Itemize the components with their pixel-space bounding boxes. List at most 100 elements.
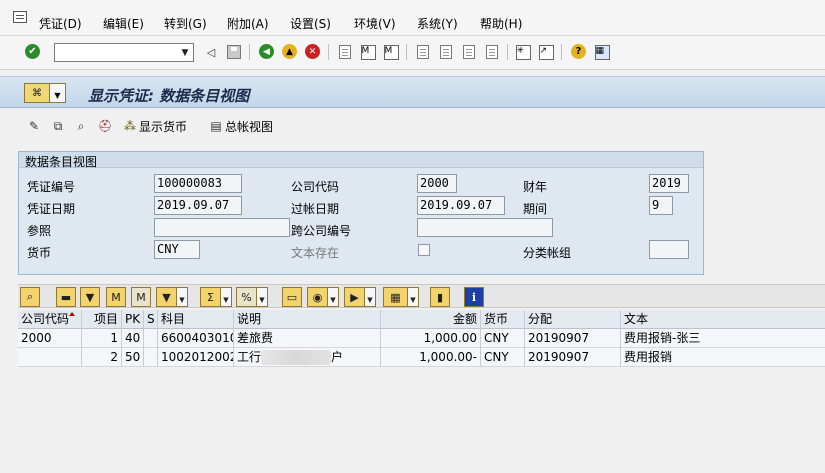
screen-title-bar: ⌘ ▼ 显示凭证: 数据条目视图: [0, 76, 825, 108]
data-entry-view-group: 数据条目视图 凭证编号 100000083 公司代码 2000 财年 2019 …: [18, 151, 704, 275]
cell-currency: CNY: [481, 348, 525, 367]
export-icon: ▶: [350, 290, 359, 304]
print-icon[interactable]: [337, 44, 353, 60]
cancel-icon[interactable]: ✕: [305, 44, 320, 59]
sum-button[interactable]: Σ ▼: [200, 287, 232, 307]
view-icon: ◉: [312, 290, 323, 304]
sort-icon[interactable]: ▼: [80, 287, 100, 307]
prev-page-icon[interactable]: [438, 44, 454, 60]
posting-date-field[interactable]: 2019.09.07: [417, 196, 505, 215]
back-icon[interactable]: ◀: [259, 44, 274, 59]
menu-goto[interactable]: 转到(G): [164, 15, 207, 32]
view-button[interactable]: ◉ ▼: [307, 287, 339, 307]
export-button[interactable]: ▶ ▼: [344, 287, 376, 307]
print-icon[interactable]: ▭: [282, 287, 302, 307]
chevron-down-icon[interactable]: ▼: [177, 44, 193, 61]
cell-currency: CNY: [481, 329, 525, 348]
menu-environment[interactable]: 环境(V): [354, 15, 396, 32]
grid-header: 公司代码 项目 PK S 科目 说明 金额 货币 分配 文本: [18, 310, 825, 329]
find-icon[interactable]: M: [106, 287, 126, 307]
group-title: 数据条目视图: [25, 155, 98, 169]
col-text[interactable]: 文本: [621, 310, 825, 329]
menu-toggle-button[interactable]: ⌘ ▼: [24, 83, 66, 103]
system-menu-icon[interactable]: [13, 11, 27, 23]
cell-amount: 1,000.00-: [381, 348, 481, 367]
menu-edit[interactable]: 编辑(E): [103, 15, 144, 32]
col-company-code[interactable]: 公司代码: [18, 310, 82, 329]
cell-company-code: 2000: [18, 329, 82, 348]
new-session-icon[interactable]: ✳: [515, 44, 531, 60]
cell-amount: 1,000.00: [381, 329, 481, 348]
text-exists-checkbox[interactable]: [418, 244, 430, 256]
layout-button[interactable]: ▦ ▼: [383, 287, 419, 307]
next-page-icon[interactable]: [461, 44, 477, 60]
menu-document[interactable]: 凭证(D): [39, 15, 82, 32]
table-row[interactable]: 2000 1 40 6600403010 差旅费 1,000.00 CNY 20…: [18, 329, 825, 348]
description-part-2: 户: [331, 350, 344, 364]
print-preview-icon[interactable]: ▬: [56, 287, 76, 307]
first-page-icon[interactable]: [415, 44, 431, 60]
cross-company-field[interactable]: [417, 218, 553, 237]
find-icon[interactable]: M: [360, 44, 376, 60]
menu-extras[interactable]: 附加(A): [227, 15, 269, 32]
details-icon[interactable]: ⌕: [20, 287, 40, 307]
last-page-icon[interactable]: [484, 44, 500, 60]
col-item[interactable]: 项目: [82, 310, 122, 329]
find-next-icon[interactable]: M: [383, 44, 399, 60]
doc-number-field[interactable]: 100000083: [154, 174, 242, 193]
ledger-group-label: 分类帐组: [523, 246, 572, 260]
col-description[interactable]: 说明: [234, 310, 381, 329]
subtotal-button[interactable]: % ▼: [236, 287, 268, 307]
cell-text: 费用报销-张三: [624, 331, 701, 345]
col-pk[interactable]: PK: [122, 310, 144, 329]
menu-settings[interactable]: 设置(S): [290, 15, 331, 32]
cell-pk: 40: [122, 329, 144, 348]
standard-toolbar: ✔ ▼ ◁ ◀ ▲ ✕ M M ✳ ↗ ? ▦: [0, 36, 825, 70]
save-icon[interactable]: [226, 44, 242, 60]
display-currency-button[interactable]: ⁂ 显示货币: [122, 117, 187, 135]
edit-icon[interactable]: ✎: [26, 117, 43, 135]
ledger-group-field[interactable]: [649, 240, 689, 259]
info-icon[interactable]: i: [464, 287, 484, 307]
general-ledger-view-button[interactable]: ▤ 总帐视图: [208, 117, 273, 135]
command-field[interactable]: ▼: [54, 43, 194, 62]
hat-icon[interactable]: ⛑: [97, 117, 114, 135]
reference-field[interactable]: [154, 218, 290, 237]
general-ledger-view-label: 总帐视图: [225, 119, 274, 134]
currency-label: 货币: [27, 246, 52, 260]
exit-icon[interactable]: ▲: [282, 44, 297, 59]
sort-asc-icon: [69, 312, 76, 316]
cell-account: 6600403010: [158, 329, 234, 348]
period-field[interactable]: 9: [649, 196, 673, 215]
graphic-icon[interactable]: ▮: [430, 287, 450, 307]
display-doc-icon[interactable]: ⌕: [73, 117, 90, 135]
menu-help[interactable]: 帮助(H): [480, 15, 522, 32]
table-row[interactable]: 2 50 1002012002 工行 户 1,000.00- CNY 201909…: [18, 348, 825, 367]
collapse-icon[interactable]: ◁: [203, 44, 219, 60]
other-document-icon[interactable]: ⧉: [50, 117, 67, 135]
chevron-down-icon: ▼: [49, 84, 65, 102]
page-title: 显示凭证: 数据条目视图: [88, 87, 250, 105]
company-code-field[interactable]: 2000: [417, 174, 457, 193]
col-currency[interactable]: 货币: [481, 310, 525, 329]
cell-item: 1: [82, 329, 122, 348]
col-account[interactable]: 科目: [158, 310, 234, 329]
enter-icon[interactable]: ✔: [25, 44, 40, 59]
layout-icon: ▦: [390, 290, 401, 304]
cell-assignment: 20190907: [525, 348, 621, 367]
customize-layout-icon[interactable]: ▦: [594, 44, 610, 60]
cross-company-label: 跨公司编号: [291, 224, 352, 238]
col-s[interactable]: S: [144, 310, 158, 329]
filter-button[interactable]: ▼ ▼: [156, 287, 188, 307]
find-next-icon[interactable]: M: [131, 287, 151, 307]
fiscal-year-field[interactable]: 2019: [649, 174, 689, 193]
help-icon[interactable]: ?: [571, 44, 586, 59]
shortcut-icon[interactable]: ↗: [538, 44, 554, 60]
doc-date-field[interactable]: 2019.09.07: [154, 196, 242, 215]
menu-system[interactable]: 系统(Y): [417, 15, 458, 32]
coins-icon: ⁂: [124, 119, 136, 133]
currency-field[interactable]: CNY: [154, 240, 200, 259]
col-assignment[interactable]: 分配: [525, 310, 621, 329]
cell-assignment: 20190907: [525, 329, 621, 348]
col-amount[interactable]: 金额: [381, 310, 481, 329]
